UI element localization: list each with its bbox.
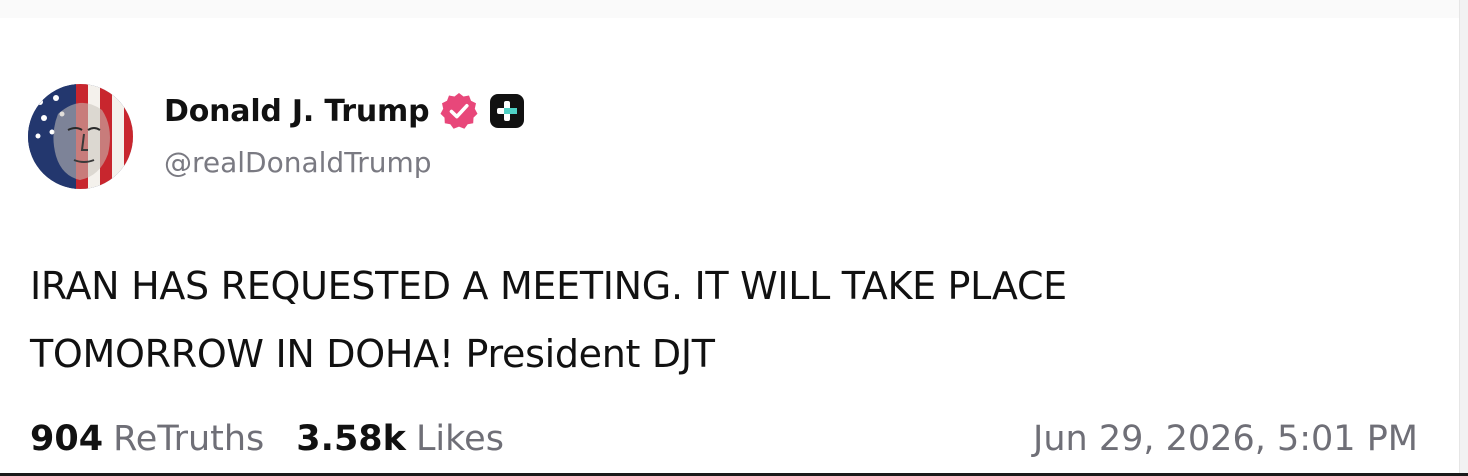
- author-display-name[interactable]: Donald J. Trump: [164, 94, 430, 129]
- scrollbar-track[interactable]: [1459, 0, 1468, 476]
- likes-stat[interactable]: 3.58k Likes: [296, 419, 504, 459]
- post-timestamp[interactable]: Jun 29, 2026, 5:01 PM: [1033, 416, 1418, 462]
- likes-count: 3.58k: [296, 419, 406, 459]
- flag-portrait-icon: [28, 84, 133, 189]
- post-text-line: IRAN HAS REQUESTED A MEETING. IT WILL TA…: [30, 264, 1067, 308]
- post-card: Donald J. Trump @realDonaldTrump IRAN HA…: [0, 0, 1468, 476]
- post-body: IRAN HAS REQUESTED A MEETING. IT WILL TA…: [30, 252, 1410, 388]
- author-avatar[interactable]: [28, 84, 133, 189]
- likes-label: Likes: [415, 419, 504, 459]
- top-band: [0, 0, 1468, 18]
- plus-badge-icon: [489, 93, 525, 129]
- author-name-row: Donald J. Trump: [164, 88, 525, 134]
- retruths-label: ReTruths: [113, 419, 265, 459]
- retruths-stat[interactable]: 904 ReTruths: [30, 419, 264, 459]
- verified-badge-icon: [439, 91, 479, 131]
- author-handle[interactable]: @realDonaldTrump: [164, 146, 432, 179]
- retruths-count: 904: [30, 419, 104, 459]
- post-stats: 904 ReTruths 3.58k Likes: [30, 416, 504, 462]
- post-text-line: TOMORROW IN DOHA! President DJT: [30, 332, 715, 376]
